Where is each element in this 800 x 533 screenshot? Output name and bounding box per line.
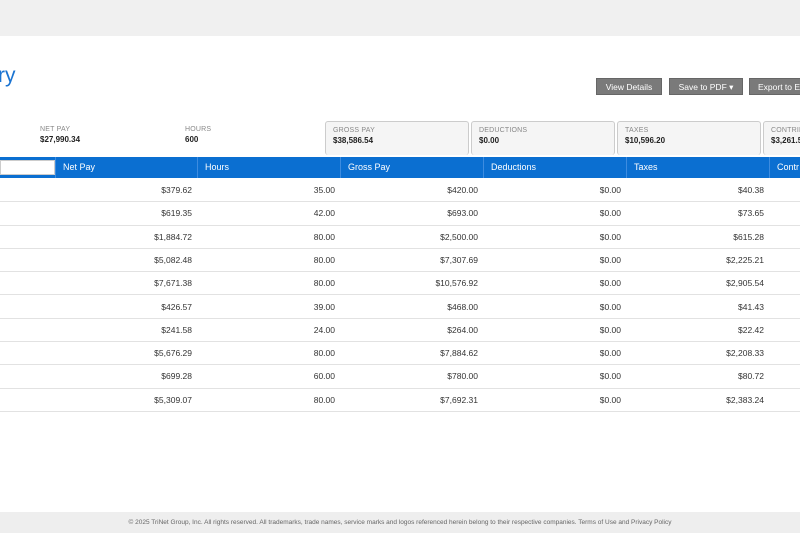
summary-value: $0.00: [479, 136, 500, 145]
table-cell: 80.00: [313, 231, 335, 242]
summary-value: $3,261.5: [771, 136, 800, 145]
table-cell: $7,307.69: [440, 254, 478, 265]
summary-value: 600: [185, 135, 199, 144]
table-cell: $619.35: [161, 208, 192, 219]
filter-input[interactable]: [0, 160, 55, 175]
table-row[interactable]: $7,671.38 80.00 $10,576.92 $0.00 $2,905.54: [0, 272, 800, 296]
summary-deductions[interactable]: Deductions $0.00: [471, 121, 615, 155]
table-cell: 60.00: [313, 371, 335, 382]
table-cell: $264.00: [447, 324, 478, 335]
table-cell: $615.28: [733, 231, 764, 242]
table-row[interactable]: $1,884.72 80.00 $2,500.00 $0.00 $615.28: [0, 226, 800, 249]
table-cell: $73.65: [738, 208, 764, 219]
footer: © 2025 TriNet Group, Inc. All rights res…: [0, 512, 800, 533]
summary-label: Net Pay: [40, 126, 71, 133]
table-cell: $693.00: [447, 208, 478, 219]
table-cell: $2,905.54: [726, 278, 764, 289]
export-button[interactable]: Export to E: [749, 78, 800, 95]
table-cell: $1,884.72: [154, 231, 192, 242]
table-cell: $0.00: [599, 208, 621, 219]
table-cell: $7,884.62: [440, 348, 478, 359]
table-cell: $0.00: [599, 254, 621, 265]
table-cell: $2,225.21: [726, 254, 764, 265]
table-cell: $2,500.00: [440, 231, 478, 242]
table-cell: $7,692.31: [440, 394, 478, 405]
table-cell: $41.43: [738, 301, 764, 312]
table-cell: $7,671.38: [154, 278, 192, 289]
view-details-button[interactable]: View Details: [596, 78, 662, 95]
summary-value: $27,990.34: [40, 135, 81, 144]
table-cell: $0.00: [599, 324, 621, 335]
column-header[interactable]: Contr: [769, 157, 800, 178]
table-cell: 35.00: [313, 185, 335, 195]
summary-gross-pay[interactable]: Gross Pay $38,586.54: [325, 121, 469, 155]
summary-value: $38,586.54: [333, 136, 374, 145]
table-cell: 24.00: [313, 324, 335, 335]
table-cell: $2,383.24: [726, 394, 764, 405]
table-cell: $0.00: [599, 371, 621, 382]
summary-hours: Hours 600: [178, 121, 318, 155]
summary-value: $10,596.20: [625, 136, 666, 145]
table-row[interactable]: $699.28 60.00 $780.00 $0.00 $80.72: [0, 365, 800, 389]
summary-label: Gross Pay: [333, 127, 375, 134]
table-cell: $780.00: [447, 371, 478, 382]
table-cell: $420.00: [447, 185, 478, 195]
column-header[interactable]: Taxes: [626, 157, 769, 178]
table-cell: 80.00: [313, 348, 335, 359]
table-cell: $379.62: [161, 185, 192, 195]
summary-contrib[interactable]: Contrib $3,261.5: [763, 121, 800, 155]
table-cell: $10,576.92: [435, 278, 478, 289]
summary-taxes[interactable]: Taxes $10,596.20: [617, 121, 761, 155]
table-cell: $241.58: [161, 324, 192, 335]
table-row[interactable]: $426.57 39.00 $468.00 $0.00 $41.43: [0, 296, 800, 319]
table-cell: 42.00: [313, 208, 335, 219]
summary-label: Taxes: [625, 127, 649, 134]
summary-label: Deductions: [479, 127, 528, 134]
table-row[interactable]: $241.58 24.00 $264.00 $0.00 $22.42: [0, 319, 800, 343]
table-cell: $2,208.33: [726, 348, 764, 359]
table-cell: $699.28: [161, 371, 192, 382]
table-row[interactable]: $5,309.07 80.00 $7,692.31 $0.00 $2,383.24: [0, 389, 800, 412]
table-header: Net Pay Hours Gross Pay Deductions Taxes Cont…: [0, 157, 800, 178]
table-cell: $0.00: [599, 278, 621, 289]
table-cell: $0.00: [599, 231, 621, 242]
column-header[interactable]: Gross Pay: [340, 157, 483, 178]
summary-label: Contrib: [771, 127, 800, 134]
table-cell: $22.42: [738, 324, 764, 335]
table-cell: 80.00: [313, 394, 335, 405]
table-cell: $0.00: [599, 348, 621, 359]
table-cell: $468.00: [447, 301, 478, 312]
summary-net-pay: Net Pay $27,990.34: [33, 121, 173, 155]
table-cell: $0.00: [599, 394, 621, 405]
save-to-pdf-label: Save to PDF: [678, 82, 727, 92]
top-bar: [0, 0, 800, 36]
table-cell: 80.00: [313, 278, 335, 289]
table-cell: $5,309.07: [154, 394, 192, 405]
column-header[interactable]: Net Pay: [55, 157, 197, 178]
table-cell: $426.57: [161, 301, 192, 312]
table-row[interactable]: $379.62 35.00 $420.00 $0.00 $40.38: [0, 179, 800, 203]
table-cell: 80.00: [313, 254, 335, 265]
table-cell: $0.00: [599, 185, 621, 195]
table-cell: $0.00: [599, 301, 621, 312]
column-header[interactable]: Deductions: [483, 157, 626, 178]
table-cell: $80.72: [738, 371, 764, 382]
table-cell: $5,676.29: [154, 348, 192, 359]
save-to-pdf-button[interactable]: Save to PDF ▾: [669, 78, 743, 95]
column-header[interactable]: Hours: [197, 157, 340, 178]
caret-down-icon: ▾: [729, 82, 734, 92]
table-row[interactable]: $619.35 42.00 $693.00 $0.00 $73.65: [0, 202, 800, 226]
table-cell: 39.00: [313, 301, 335, 312]
table-cell: $5,082.48: [154, 254, 192, 265]
page-title: ry: [0, 64, 16, 87]
table-cell: $40.38: [738, 185, 764, 195]
summary-label: Hours: [185, 126, 212, 133]
table-row[interactable]: $5,676.29 80.00 $7,884.62 $0.00 $2,208.33: [0, 342, 800, 366]
table-row[interactable]: $5,082.48 80.00 $7,307.69 $0.00 $2,225.21: [0, 249, 800, 273]
